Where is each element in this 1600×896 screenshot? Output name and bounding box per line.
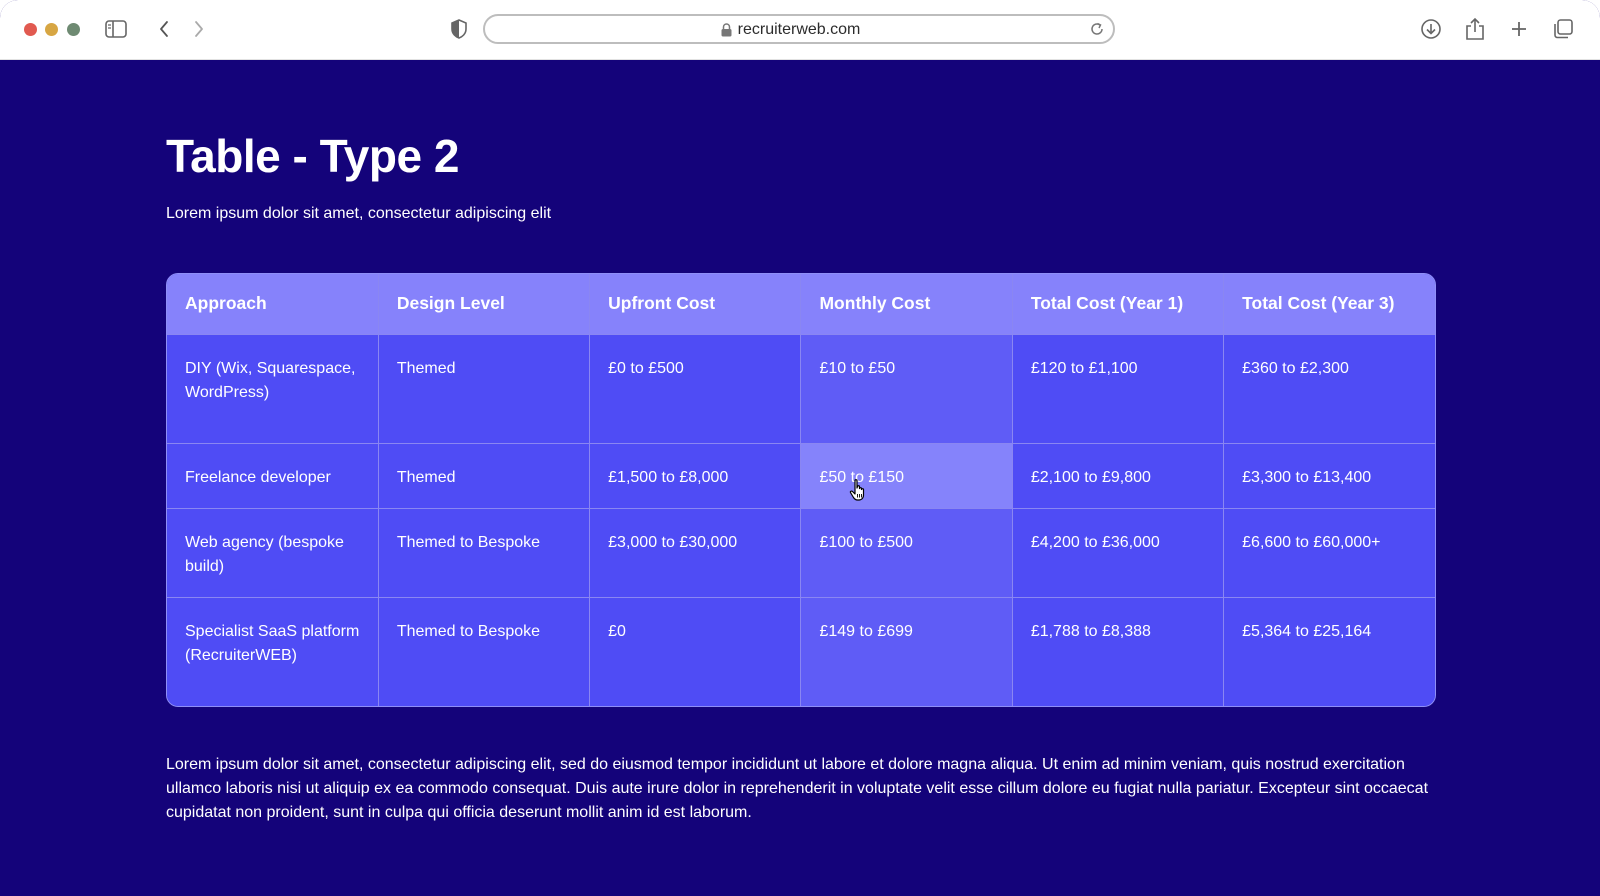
browser-toolbar: recruiterweb.com (0, 0, 1600, 60)
zoom-window-button[interactable] (67, 23, 80, 36)
header-total-year3: Total Cost (Year 3) (1223, 274, 1435, 335)
url-text[interactable]: recruiterweb.com (485, 21, 1113, 39)
table-cell-hovered: £50 to £150 (800, 443, 1013, 509)
table-cell: Themed to Bespoke (378, 597, 591, 706)
privacy-shield-icon[interactable] (447, 17, 471, 41)
header-upfront-cost: Upfront Cost (589, 274, 802, 335)
table-cell: £4,200 to £36,000 (1012, 508, 1225, 598)
table-cell: Themed to Bespoke (378, 508, 591, 598)
minimize-window-button[interactable] (45, 23, 58, 36)
table-cell: £1,788 to £8,388 (1012, 597, 1225, 706)
tabs-overview-icon[interactable] (1551, 17, 1575, 41)
hand-pointer-cursor-icon (849, 478, 869, 507)
reload-icon[interactable] (1089, 21, 1105, 42)
table-cell: £10 to £50 (800, 334, 1013, 444)
table-cell: Themed (378, 334, 591, 444)
page-content: Table - Type 2 Lorem ipsum dolor sit ame… (0, 59, 1600, 896)
browser-window: recruiterweb.com Table - Type 2 Lorem ip… (0, 0, 1600, 896)
forward-icon[interactable] (187, 17, 211, 41)
table-cell: £1,500 to £8,000 (589, 443, 802, 509)
table-cell: £120 to £1,100 (1012, 334, 1225, 444)
table-cell: £3,000 to £30,000 (589, 508, 802, 598)
table-cell: £149 to £699 (800, 597, 1013, 706)
table-cell: Specialist SaaS platform (RecruiterWEB) (167, 597, 379, 706)
header-monthly-cost: Monthly Cost (800, 274, 1013, 335)
table-cell: £2,100 to £9,800 (1012, 443, 1225, 509)
download-icon[interactable] (1419, 17, 1443, 41)
table-header-row: Approach Design Level Upfront Cost Month… (167, 274, 1435, 335)
table-cell: £100 to £500 (800, 508, 1013, 598)
header-approach: Approach (167, 274, 379, 335)
table-cell: £360 to £2,300 (1223, 334, 1435, 444)
table-cell: £3,300 to £13,400 (1223, 443, 1435, 509)
table-cell: DIY (Wix, Squarespace, WordPress) (167, 334, 379, 444)
table-cell: £0 (589, 597, 802, 706)
table-cell: £5,364 to £25,164 (1223, 597, 1435, 706)
address-bar[interactable]: recruiterweb.com (483, 14, 1115, 44)
close-window-button[interactable] (24, 23, 37, 36)
header-total-year1: Total Cost (Year 1) (1012, 274, 1225, 335)
table-cell: Freelance developer (167, 443, 379, 509)
back-icon[interactable] (152, 17, 176, 41)
table-row: Freelance developer Themed £1,500 to £8,… (167, 443, 1435, 509)
table-cell: Themed (378, 443, 591, 509)
cost-comparison-table: Approach Design Level Upfront Cost Month… (166, 273, 1436, 707)
table-row: DIY (Wix, Squarespace, WordPress) Themed… (167, 334, 1435, 444)
table-row: Specialist SaaS platform (RecruiterWEB) … (167, 597, 1435, 706)
body-paragraph: Lorem ipsum dolor sit amet, consectetur … (166, 756, 1429, 821)
sidebar-icon[interactable] (104, 17, 128, 41)
share-icon[interactable] (1463, 17, 1487, 41)
table-cell: £0 to £500 (589, 334, 802, 444)
page-title: Table - Type 2 (166, 130, 459, 182)
table-cell: £6,600 to £60,000+ (1223, 508, 1435, 598)
table-cell: Web agency (bespoke build) (167, 508, 379, 598)
new-tab-icon[interactable] (1507, 17, 1531, 41)
table-row: Web agency (bespoke build) Themed to Bes… (167, 508, 1435, 598)
header-design-level: Design Level (378, 274, 591, 335)
page-subtitle: Lorem ipsum dolor sit amet, consectetur … (166, 205, 552, 222)
